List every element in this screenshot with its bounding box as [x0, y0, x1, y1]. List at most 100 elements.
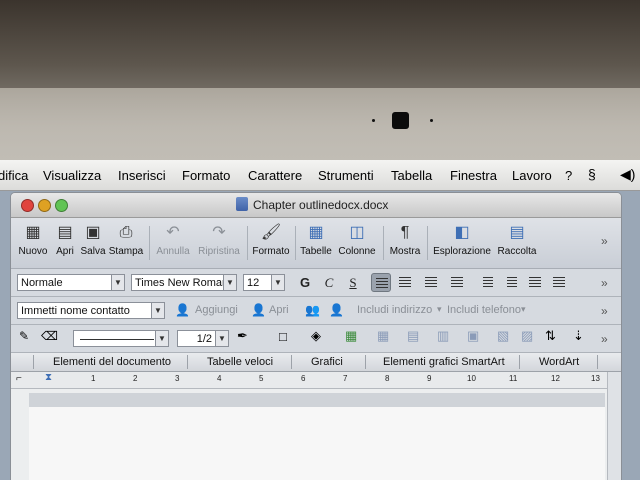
add-contact-button[interactable]: Aggiungi	[195, 304, 238, 316]
underline-button[interactable]: S	[343, 274, 363, 292]
borders-icon[interactable]: □	[279, 329, 287, 344]
new-document-icon: ▦	[25, 224, 41, 241]
line-weight-value: 1/2	[196, 333, 212, 345]
open-button[interactable]: ▤ Apri	[53, 220, 77, 266]
menu-tabella[interactable]: Tabella	[391, 168, 432, 183]
menu-lavoro[interactable]: Lavoro	[512, 168, 552, 183]
line-style-select[interactable]: ▼	[73, 330, 169, 347]
menu-formato[interactable]: Formato	[182, 168, 230, 183]
tab-charts[interactable]: Grafici	[311, 356, 343, 368]
sort-icon[interactable]: ⇣	[573, 328, 584, 344]
table-distribute-icon[interactable]: ▨	[521, 328, 533, 344]
indent-marker-icon[interactable]: ⧗	[45, 372, 52, 383]
new-button[interactable]: ▦ Nuovo	[17, 220, 49, 266]
decrease-indent-button[interactable]	[525, 273, 545, 292]
tab-smartart[interactable]: Elementi grafici SmartArt	[383, 356, 505, 368]
numbered-list-button[interactable]	[477, 273, 497, 292]
italic-button[interactable]: C	[319, 274, 339, 292]
media-browser-button[interactable]: ▤ Raccolta	[495, 220, 539, 266]
undo-button[interactable]: ↶ Annulla	[153, 220, 193, 266]
sensor-dot-right	[430, 119, 433, 122]
menu-visualizza[interactable]: Visualizza	[43, 168, 101, 183]
eraser-icon[interactable]: ⌫	[41, 329, 58, 343]
script-menu-icon[interactable]: §	[588, 166, 596, 182]
tab-separator	[187, 355, 188, 369]
horizontal-ruler[interactable]: ⌐ ⧗ 1 2 3 4 5 6 7 8 9 10 11 12 13	[11, 372, 621, 389]
save-button[interactable]: ▣ Salva	[79, 220, 107, 266]
align-left-button[interactable]	[371, 273, 391, 292]
pencil-icon[interactable]: ✎	[19, 329, 29, 343]
vertical-scrollbar[interactable]	[607, 372, 621, 480]
ruler-number: 8	[385, 374, 390, 383]
navigation-pane-button[interactable]: ◧ Esplorazione	[431, 220, 493, 266]
contact-list-icon[interactable]: 👤	[329, 303, 344, 317]
align-right-button[interactable]	[421, 273, 441, 292]
style-value: Normale	[21, 277, 63, 289]
toolbar-overflow-icon[interactable]: »	[601, 234, 608, 248]
minimize-button[interactable]	[38, 199, 51, 212]
show-marks-button[interactable]: ¶ Mostra	[387, 220, 423, 266]
menu-help[interactable]: ?	[565, 168, 572, 183]
chevron-down-icon: ▼	[111, 275, 124, 290]
table-merge-icon[interactable]: ▥	[437, 328, 449, 344]
table-cells-icon[interactable]: ▦	[377, 328, 389, 344]
include-address-dropdown-icon[interactable]: ▾	[437, 304, 442, 315]
menu-inserisci[interactable]: Inserisci	[118, 168, 166, 183]
table-align-icon[interactable]: ▧	[497, 328, 509, 344]
tab-wordart[interactable]: WordArt	[539, 356, 579, 368]
line-weight-select[interactable]: 1/2 ▼	[177, 330, 229, 347]
title-bar[interactable]: Chapter outlinedocx.docx	[11, 193, 621, 218]
menu-modifica[interactable]: difica	[0, 168, 28, 183]
include-phone-button[interactable]: Includi telefono	[447, 304, 521, 316]
shading-icon[interactable]: ◈	[311, 328, 321, 344]
tab-stop-selector-icon[interactable]: ⌐	[16, 373, 22, 384]
formatting-toolbar: Normale ▼ Times New Roman ▼ 12 ▼ G C S »	[11, 269, 621, 297]
ruler-number: 11	[509, 374, 518, 383]
sensor-dot-left	[372, 119, 375, 122]
print-button[interactable]: ⎙ Stampa	[108, 220, 144, 266]
formatting-overflow-icon[interactable]: »	[601, 276, 608, 290]
font-value: Times New Roman	[135, 277, 229, 289]
open-label: Apri	[56, 246, 74, 257]
document-page[interactable]	[29, 407, 605, 480]
columns-button[interactable]: ◫ Colonne	[337, 220, 377, 266]
menu-carattere[interactable]: Carattere	[248, 168, 302, 183]
font-select[interactable]: Times New Roman ▼	[131, 274, 237, 291]
pen-color-icon[interactable]: ✒	[237, 328, 248, 344]
document-area[interactable]	[11, 389, 621, 480]
window-title: Chapter outlinedocx.docx	[253, 198, 389, 212]
contacts-icon[interactable]: 👥	[305, 303, 320, 317]
insert-table-icon[interactable]: ▦	[345, 328, 357, 344]
bulleted-list-button[interactable]	[501, 273, 521, 292]
bold-button[interactable]: G	[295, 274, 315, 292]
redo-button[interactable]: ↷ Ripristina	[195, 220, 243, 266]
volume-icon[interactable]: ◀)	[620, 166, 635, 183]
ruler-number: 5	[259, 374, 264, 383]
show-marks-label: Mostra	[389, 246, 421, 257]
open-contact-icon: 👤	[251, 303, 266, 317]
menu-strumenti[interactable]: Strumenti	[318, 168, 374, 183]
font-size-select[interactable]: 12 ▼	[243, 274, 285, 291]
include-address-button[interactable]: Includi indirizzo	[357, 304, 432, 316]
tables-button[interactable]: ▦ Tabelle	[299, 220, 333, 266]
add-contact-icon: 👤	[175, 303, 190, 317]
increase-indent-button[interactable]	[549, 273, 569, 292]
contact-name-input[interactable]: Immetti nome contatto ▼	[17, 302, 165, 319]
zoom-button[interactable]	[55, 199, 68, 212]
format-painter-button[interactable]: 🖌 Formato	[251, 220, 291, 266]
style-select[interactable]: Normale ▼	[17, 274, 125, 291]
save-label: Salva	[80, 246, 106, 257]
drawing-overflow-icon[interactable]: »	[601, 332, 608, 346]
justify-button[interactable]	[447, 273, 467, 292]
tab-document-elements[interactable]: Elementi del documento	[53, 356, 171, 368]
table-split-icon[interactable]: ▣	[467, 328, 479, 344]
close-button[interactable]	[21, 199, 34, 212]
open-contact-button[interactable]: Apri	[269, 304, 289, 316]
text-direction-icon[interactable]: ⇅	[545, 328, 556, 344]
table-rows-icon[interactable]: ▤	[407, 328, 419, 344]
tab-quick-tables[interactable]: Tabelle veloci	[207, 356, 273, 368]
contacts-overflow-icon[interactable]: »	[601, 304, 608, 318]
align-center-button[interactable]	[395, 273, 415, 292]
menu-finestra[interactable]: Finestra	[450, 168, 497, 183]
include-phone-dropdown-icon[interactable]: ▾	[521, 304, 526, 315]
